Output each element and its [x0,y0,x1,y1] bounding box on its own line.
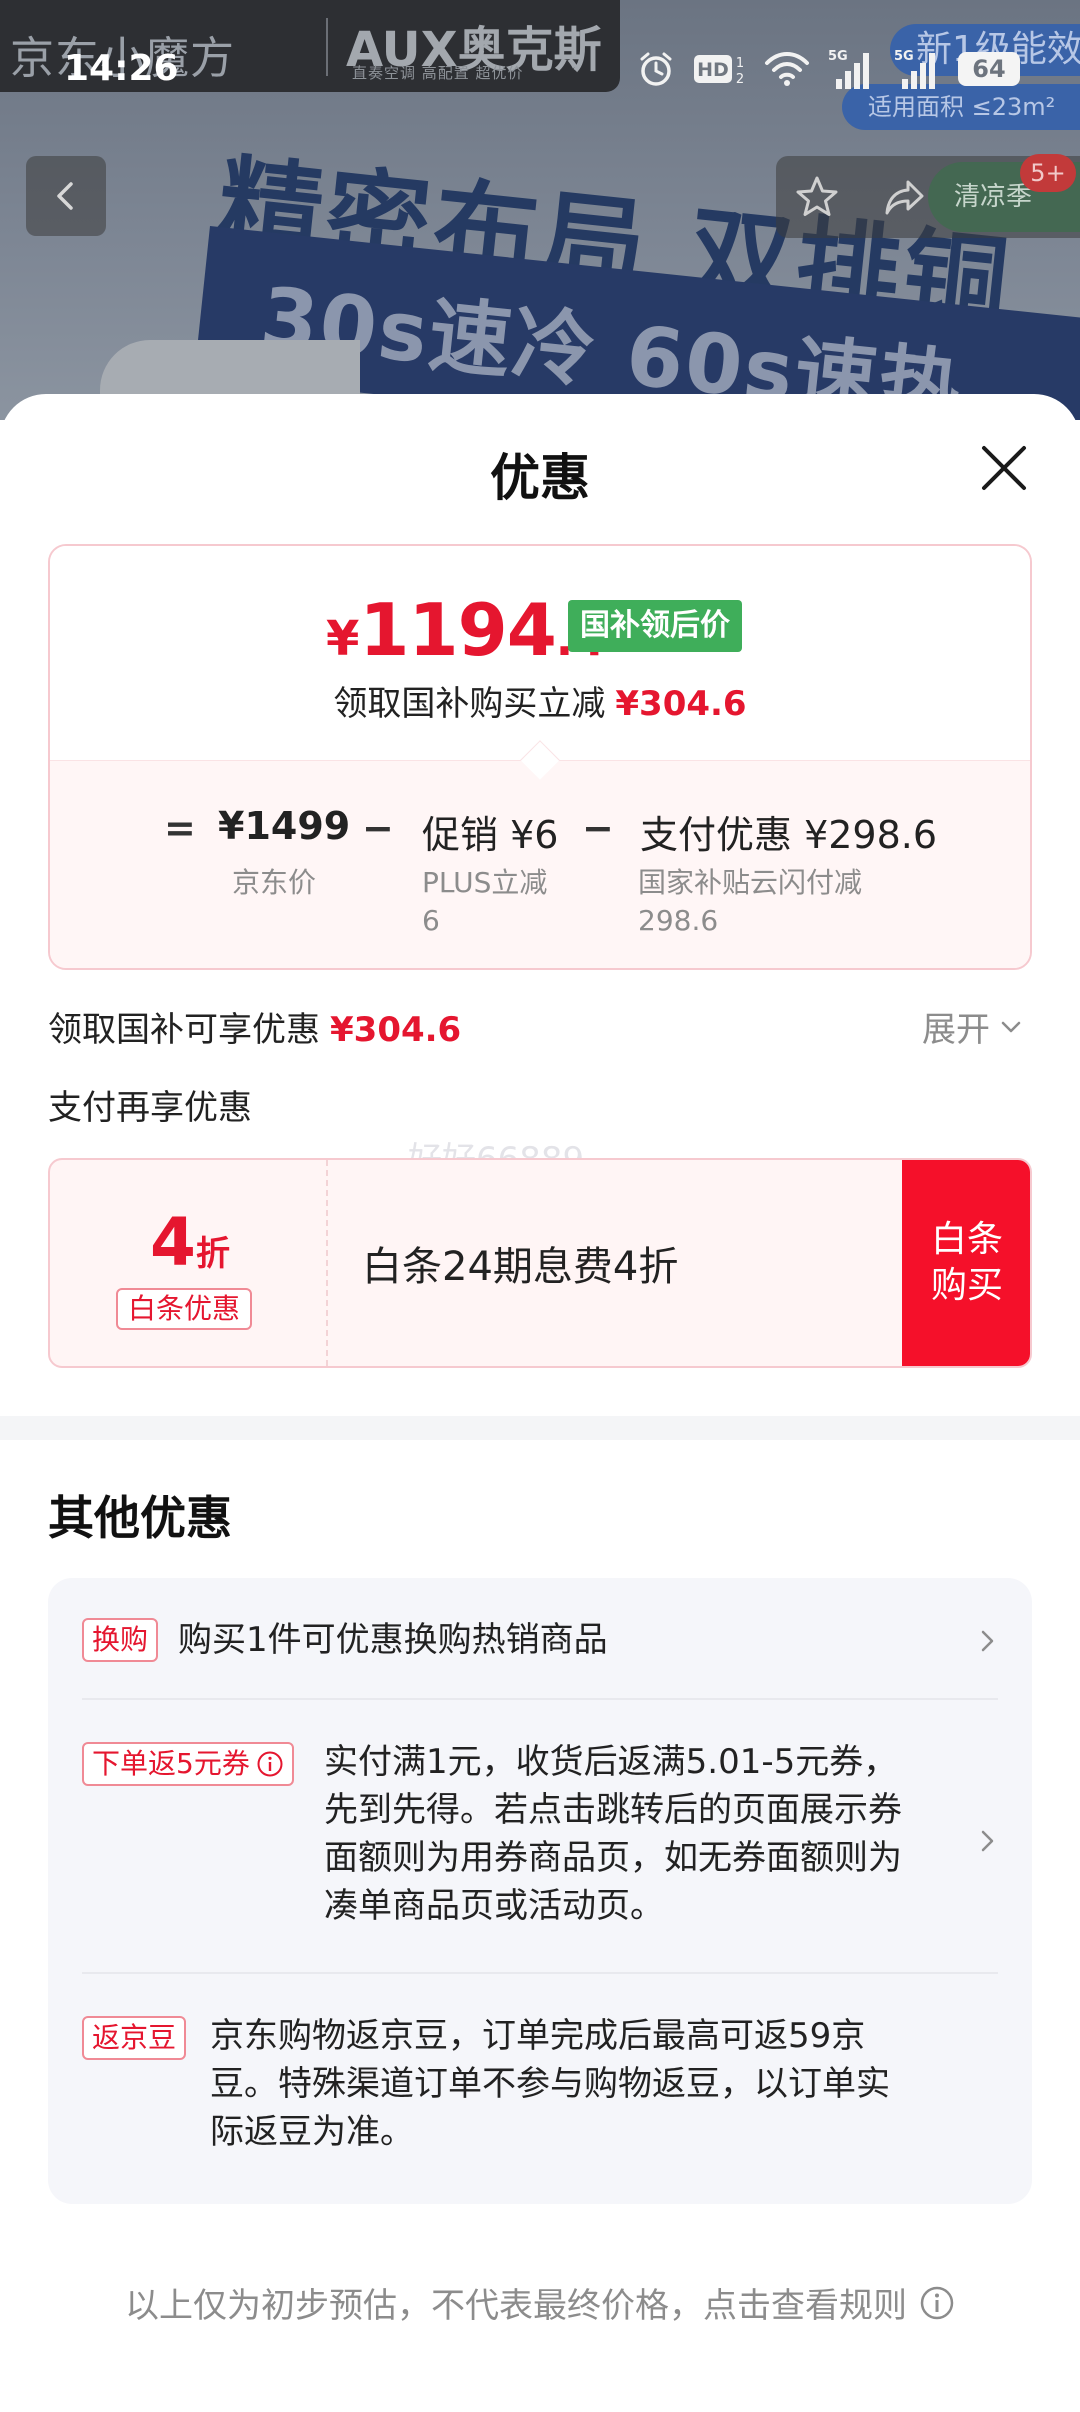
offer-separator [82,1972,998,1974]
share-icon[interactable] [880,172,930,222]
pay-label-line-1: 国家补贴云闪付减 [638,866,863,899]
discount-sheet: 优惠 ¥1194.4 国补领后价 领取国补购买立减¥304.6 = ¥1499 … [0,394,1080,2412]
chevron-right-icon [981,1630,994,1652]
coupon-tag-label: 下单返5元券 [92,1747,250,1780]
offer-row-jingdou: 返京豆 京东购物返京豆，订单完成后最高可返59京 豆。特殊渠道订单不参与购物返豆… [82,2016,998,2166]
pay-discount-value: 支付优惠 ¥298.6 [640,813,938,857]
baitiao-offer-card[interactable]: 4折 白条优惠 白条24期息费4折 白条 购买 [48,1158,1032,1368]
back-button[interactable] [26,156,106,236]
pay-discount-label: 国家补贴云闪付减 298.6 [638,864,862,940]
expand-button[interactable]: 展开 [922,1002,1024,1051]
equals-sign: = [164,806,196,850]
subsidy-price-tag: 国补领后价 [568,600,742,652]
buy-line-1: 白条 [930,1219,1003,1260]
claim-text: 领取国补购买立减 [333,684,606,724]
discount-number: 4 [150,1204,196,1281]
jingdou-text-line-1: 京东购物返京豆，订单完成后最高可返59京 [210,2016,866,2056]
other-offers-card: 换购 购买1件可优惠换购热销商品 下单返5元券 实付满1元，收货后返满5.01-… [48,1578,1032,2204]
jingdou-text: 京东购物返京豆，订单完成后最高可返59京 豆。特殊渠道订单不参与购物返豆，以订单… [210,2012,890,2156]
baitiao-buy-button[interactable]: 白条 购买 [902,1160,1030,1366]
jingdou-tag: 返京豆 [82,2016,187,2060]
pay-label-line-2: 298.6 [638,904,719,937]
info-icon [920,2286,954,2319]
buy-line-2: 购买 [930,1265,1003,1306]
final-price: ¥1194.4 [326,588,605,672]
promo-label-line-1: PLUS立减 [422,866,548,899]
pay-more-label: 支付再享优惠 [48,1088,252,1128]
exchange-tag: 换购 [82,1618,159,1662]
offer-separator [82,1698,998,1700]
claim-summary: 领取国补购买立减 ¥304.6 [50,676,1030,725]
section-gap [0,1416,1080,1440]
minus-sign-1: − [362,806,394,850]
sheet-title: 优惠 [490,449,590,507]
jingdou-text-line-3: 际返豆为准。 [210,2112,414,2152]
brand-logo-strip: 京东小魔方 AUX奥克斯 直奏空调 高配置 超优价 [0,0,620,92]
top-action-bar: 清凉季 5+ [776,154,1080,238]
message-count-badge: 5+ [1020,154,1076,192]
subsidy-row: 领取国补可享优惠 ¥304.6 [48,1002,461,1051]
price-breakdown-card: ¥1194.4 国补领后价 领取国补购买立减¥304.6 = ¥1499 京东价… [48,544,1032,970]
promo-value: 促销 ¥6 [422,813,559,857]
jd-price-value: ¥1499 [218,804,351,848]
close-icon[interactable] [976,440,1032,496]
promo-label: PLUS立减 6 [422,864,547,940]
jingdou-text-line-2: 豆。特殊渠道订单不参与购物返豆，以订单实 [210,2064,890,2104]
exchange-text-line: 购买1件可优惠换购热销商品 [178,1620,608,1660]
rules-note-text: 以上仅为初步预估，不代表最终价格，点击查看规则 [125,2286,907,2326]
coupon-text: 实付满1元，收货后返满5.01-5元券， 先到先得。若点击跳转后的页面展示券 面… [324,1738,902,1930]
info-icon[interactable] [256,1750,284,1778]
promo-label-line-2: 6 [422,904,440,937]
subsidy-row-amount: ¥304.6 [330,1010,462,1050]
rules-note[interactable]: 以上仅为初步预估，不代表最终价格，点击查看规则 [0,2278,1080,2327]
chevron-left-icon [57,182,73,210]
coupon-text-line-4: 凑单商品页或活动页。 [324,1886,664,1926]
chevron-right-icon [981,1830,994,1852]
favorite-star-icon[interactable] [792,172,842,222]
price-currency: ¥ [326,611,360,667]
coupon-text-line-2: 先到先得。若点击跳转后的页面展示券 [324,1790,902,1830]
claim-amount: ¥304.6 [615,684,747,724]
exchange-text: 购买1件可优惠换购热销商品 [178,1616,608,1664]
expand-label: 展开 [922,1010,990,1050]
offer-row-exchange[interactable]: 换购 购买1件可优惠换购热销商品 [82,1616,998,1686]
price-integer: 1194 [359,588,556,672]
coupon-text-line-3: 面额则为用券商品页，如无券面额则为 [324,1838,902,1878]
baitiao-tag: 白条优惠 [116,1288,253,1330]
minus-sign-2: − [582,806,614,850]
offer-row-coupon[interactable]: 下单返5元券 实付满1元，收货后返满5.01-5元券， 先到先得。若点击跳转后的… [82,1742,998,1942]
subsidy-row-label: 领取国补可享优惠 [48,1010,320,1050]
dashed-divider [326,1160,328,1366]
jd-price-label: 京东价 [232,866,317,899]
area-label: 适用面积 ≤23m² [842,84,1080,130]
baitiao-description: 白条24期息费4折 [362,1244,679,1290]
jd-magic-cube-logo: 京东小魔方 [10,33,235,84]
logo-divider [326,18,328,76]
coupon-text-line-1: 实付满1元，收货后返满5.01-5元券， [324,1742,898,1782]
other-offers-title: 其他优惠 [48,1491,232,1545]
coupon-tag: 下单返5元券 [82,1742,294,1786]
discount-unit: 折 [195,1234,230,1274]
discount-figure: 4折 [150,1204,230,1281]
aux-slogan: 直奏空调 高配置 超优价 [352,64,524,82]
chevron-down-icon [1001,1021,1021,1032]
energy-label: 新1级能效 [890,24,1080,76]
